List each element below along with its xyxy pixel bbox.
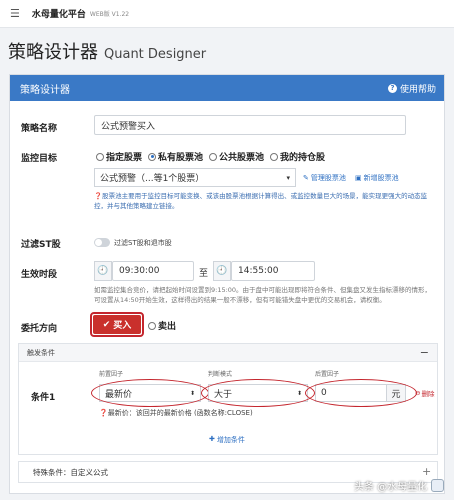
radio-label: 私有股票池 [158,153,204,163]
add-icon: ▣ [355,174,362,182]
trigger-header: 触发条件 − [19,344,437,362]
st-filter-toggle[interactable] [94,238,110,247]
radio-my-holdings[interactable]: 我的持仓股 [270,150,325,163]
new-pool-link[interactable]: ▣ 新增股票池 [355,173,399,183]
left-factor-highlight [91,379,209,407]
plus-icon: ✚ [209,435,215,443]
trigger-title: 触发条件 [27,348,55,357]
radio-dot [270,152,279,161]
collapse-icon[interactable]: − [420,346,429,359]
radio-dot [96,152,104,161]
watermark-logo [431,479,445,492]
buy-button[interactable]: ✔ 买入 [93,315,141,334]
right-factor-highlight [305,379,417,407]
end-time-input[interactable]: 14:55:00 [231,261,315,281]
watermark: 头条 @水母量化 [354,478,445,493]
stock-pool-value: 公式预警（...等1个股票） [100,174,205,184]
radio-private-pool[interactable]: 私有股票池 [148,150,203,163]
designer-panel: 策略设计器 ? 使用帮助 策略名称 公式预警买入 监控目标 指定股票 私有股票池… [9,74,445,494]
monitor-radio-group: 指定股票 私有股票池 公共股票池 我的持仓股 [96,150,331,163]
radio-dot [148,321,156,330]
delete-condition-button[interactable]: ⊖ 删除 [415,388,434,398]
monitor-hint: ❓股票池主要用于监控目标可能变换、或该由股票池根据计算得出、或监控数量巨大的场景… [94,191,434,211]
monitor-target-label: 监控目标 [21,154,58,164]
help-button[interactable]: ? 使用帮助 [387,82,436,95]
left-factor-caption: 前置因子 [99,371,124,378]
trigger-panel: 触发条件 − 前置因子 判断模式 后置因子 条件1 最新价 ⬍ 大于 ⬍ 0 元… [18,343,438,455]
mode-highlight [201,379,315,407]
factor-note-text: 最新价：该回并的最新价格 (函数名称:CLOSE) [107,409,253,417]
manage-pool-label: 管理股票池 [310,174,346,182]
effective-period-label: 生效时段 [21,270,58,280]
clock-icon: 🕘 [213,261,231,281]
sell-label: 卖出 [158,322,177,332]
buy-label: 买入 [113,321,132,331]
strategy-name-input[interactable]: 公式预警买入 [94,115,406,135]
factor-note: ❓最新价：该回并的最新价格 (函数名称:CLOSE) [99,408,253,418]
radio-public-pool[interactable]: 公共股票池 [209,150,264,163]
radio-label: 我的持仓股 [280,153,326,163]
info-icon: ❓ [99,409,108,417]
version-label: WEB版 V1.22 [89,11,130,18]
st-filter-label: 过滤ST股 [21,240,61,250]
chevron-down-icon: ▾ [286,173,290,182]
add-condition-button[interactable]: ✚ 增加条件 [209,435,245,445]
radio-specified-stock[interactable]: 指定股票 [96,150,142,163]
page-subtitle: Quant Designer [104,47,207,62]
watermark-text: 头条 @水母量化 [354,482,428,493]
condition-label: 条件1 [31,393,56,403]
sell-radio[interactable]: 卖出 [148,319,176,332]
stock-pool-select[interactable]: 公式预警（...等1个股票） ▾ [94,168,296,187]
effective-hint: 如需监控集合竞价，请把起始时间设置到9:15:00。由于盘中可能出现即将符合条件… [94,286,432,304]
delete-label: 删除 [421,390,435,398]
clock-icon: 🕘 [94,261,112,281]
radio-dot-selected [148,152,157,161]
page-title-main: 策略设计器 [8,42,98,63]
monitor-hint-text: 股票池主要用于监控目标可能变换、或该由股票池根据计算得出、或监控数量巨大的场景，… [94,192,428,210]
radio-label: 公共股票池 [219,153,265,163]
check-circle-icon: ✔ [102,319,111,330]
new-pool-label: 新增股票池 [363,174,399,182]
radio-dot [209,152,218,161]
special-condition-label: 特殊条件：自定义公式 [33,467,108,477]
edit-icon: ✎ [303,174,309,182]
strategy-name-label: 策略名称 [21,124,58,134]
start-time-input[interactable]: 09:30:00 [112,261,194,281]
plus-icon[interactable]: + [422,465,431,478]
panel-title: 策略设计器 [20,84,70,96]
manage-pool-link[interactable]: ✎ 管理股票池 [303,173,346,183]
panel-header: 策略设计器 ? 使用帮助 [10,75,444,101]
add-condition-label: 增加条件 [216,436,245,444]
info-icon: ❓ [94,192,103,200]
top-bar: ☰ 水母量化平台 WEB版 V1.22 [0,0,454,28]
help-label: 使用帮助 [399,84,436,95]
page-title: 策略设计器 Quant Designer [8,38,206,64]
minus-circle-icon: ⊖ [415,389,421,397]
right-factor-caption: 后置因子 [315,371,340,378]
radio-label: 指定股票 [106,153,143,163]
brand-name[interactable]: 水母量化平台 [32,7,86,20]
mode-caption: 判断模式 [208,371,233,378]
st-filter-text: 过滤ST股和退市股 [114,239,172,247]
hamburger-icon[interactable]: ☰ [10,7,20,20]
direction-label: 委托方向 [21,324,58,334]
time-separator: 至 [199,269,209,279]
question-circle-icon: ? [387,83,397,93]
